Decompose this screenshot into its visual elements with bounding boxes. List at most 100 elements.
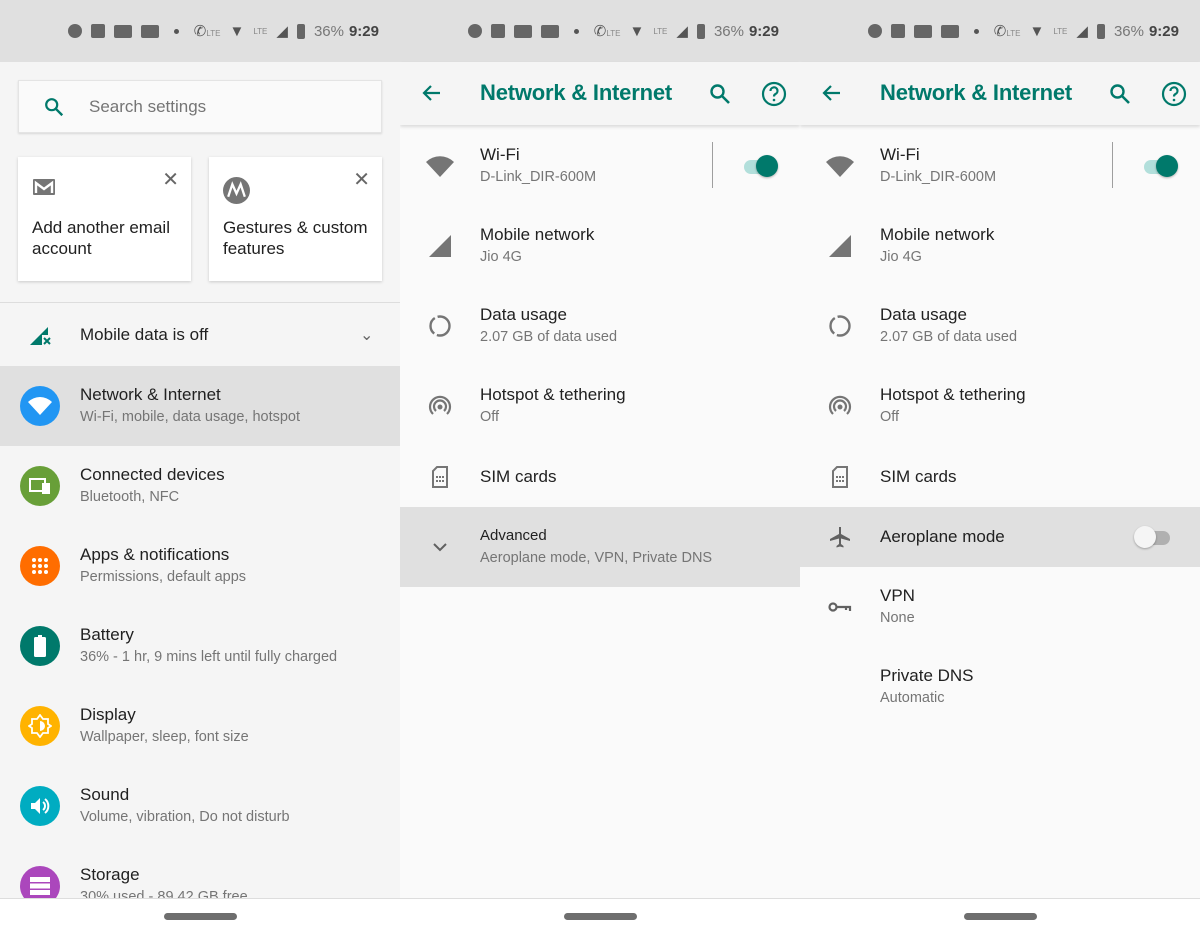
sim-cards-row[interactable]: SIM cards <box>400 446 800 507</box>
app-icon <box>140 24 159 38</box>
sim-card-icon <box>800 446 880 507</box>
signal-icon <box>400 206 480 286</box>
item-subtitle: Wi-Fi, mobile, data usage, hotspot <box>80 409 301 425</box>
back-arrow-icon[interactable] <box>820 81 844 110</box>
data-usage-row[interactable]: Data usage 2.07 GB of data used <box>800 286 1200 366</box>
item-subtitle: Jio 4G <box>480 249 522 265</box>
hotspot-row[interactable]: Hotspot & tethering Off <box>800 366 1200 446</box>
signal-icon: ◢ <box>1076 23 1088 40</box>
item-title: Hotspot & tethering <box>880 385 1026 404</box>
wifi-row[interactable]: Wi-Fi D-Link_DIR-600M <box>400 126 800 206</box>
apps-grid-icon <box>20 546 60 586</box>
settings-panel: ✆LTE ▼ LTE ◢ 36% 9:29 Search settings ✕ … <box>0 0 400 933</box>
hotspot-icon <box>400 366 480 446</box>
facebook-icon <box>867 24 882 38</box>
suggestion-card-email[interactable]: ✕ Add another email account <box>18 157 191 281</box>
item-title: Connected devices <box>80 465 225 484</box>
item-title: Mobile network <box>480 225 595 244</box>
status-bar: ✆LTE ▼ LTE ◢ 36% 9:29 <box>400 0 800 62</box>
item-title: Aeroplane mode <box>880 527 1005 546</box>
item-title: Sound <box>80 785 130 804</box>
signal-icon: ◢ <box>676 23 688 40</box>
item-subtitle: Volume, vibration, Do not disturb <box>80 809 290 825</box>
wifi-row[interactable]: Wi-Fi D-Link_DIR-600M <box>800 126 1200 206</box>
search-settings-input[interactable]: Search settings <box>18 80 382 133</box>
calendar-icon <box>90 24 105 38</box>
settings-item-sound[interactable]: Sound Volume, vibration, Do not disturb <box>0 766 400 846</box>
item-title: Hotspot & tethering <box>480 385 626 404</box>
search-icon <box>19 96 89 118</box>
status-bar: ✆LTE ▼ LTE ◢ 36% 9:29 <box>800 0 1200 62</box>
chevron-down-icon[interactable]: ⌄ <box>360 325 373 345</box>
search-icon[interactable] <box>1108 82 1132 111</box>
vpn-row[interactable]: VPN None <box>800 567 1200 647</box>
advanced-row[interactable]: Advanced Aeroplane mode, VPN, Private DNS <box>400 507 800 587</box>
mobile-data-off-icon <box>0 304 80 365</box>
facebook-icon <box>67 24 82 38</box>
item-subtitle: Automatic <box>880 690 945 706</box>
hotspot-row[interactable]: Hotspot & tethering Off <box>400 366 800 446</box>
item-title: Private DNS <box>880 666 974 685</box>
wifi-toggle[interactable] <box>742 153 780 179</box>
battery-charging-icon <box>696 23 705 39</box>
settings-item-apps-notifications[interactable]: Apps & notifications Permissions, default… <box>0 526 400 606</box>
help-icon[interactable] <box>1161 81 1187 112</box>
data-usage-icon <box>800 286 880 366</box>
home-gesture-pill[interactable] <box>564 913 637 920</box>
navigation-bar <box>400 898 800 933</box>
private-dns-row[interactable]: Private DNS Automatic <box>800 647 1200 727</box>
item-title: Wi-Fi <box>880 145 920 164</box>
signal-icon: ◢ <box>276 23 288 40</box>
aeroplane-mode-row[interactable]: Aeroplane mode <box>800 507 1200 567</box>
dismiss-close-icon[interactable]: ✕ <box>162 167 179 192</box>
mobile-data-off-label: Mobile data is off <box>80 324 209 344</box>
suggestion-card-gestures[interactable]: ✕ Gestures & custom features <box>209 157 382 281</box>
battery-percent: 36% <box>713 22 744 40</box>
data-usage-row[interactable]: Data usage 2.07 GB of data used <box>400 286 800 366</box>
battery-charging-icon <box>296 23 305 39</box>
item-subtitle: Wallpaper, sleep, font size <box>80 729 249 745</box>
item-subtitle: D-Link_DIR-600M <box>880 169 997 185</box>
sim-cards-row[interactable]: SIM cards <box>800 446 1200 507</box>
divider <box>712 142 713 188</box>
settings-item-connected-devices[interactable]: Connected devices Bluetooth, NFC <box>0 446 400 526</box>
back-arrow-icon[interactable] <box>420 81 444 110</box>
news-icon <box>913 24 932 38</box>
item-title: SIM cards <box>880 466 957 486</box>
home-gesture-pill[interactable] <box>164 913 237 920</box>
mobile-network-row[interactable]: Mobile network Jio 4G <box>800 206 1200 286</box>
status-bar: ✆LTE ▼ LTE ◢ 36% 9:29 <box>0 0 400 62</box>
settings-item-display[interactable]: Display Wallpaper, sleep, font size <box>0 686 400 766</box>
lte-label: LTE <box>253 26 268 36</box>
news-icon <box>513 24 532 38</box>
settings-item-network-internet[interactable]: Network & Internet Wi-Fi, mobile, data us… <box>0 366 400 446</box>
mobile-data-off-banner[interactable]: Mobile data is off ⌄ <box>0 304 400 365</box>
app-icon <box>540 24 559 38</box>
aeroplane-mode-toggle[interactable] <box>1134 524 1172 550</box>
app-bar: Network & Internet <box>400 62 800 125</box>
clock: 9:29 <box>348 22 379 40</box>
wifi-toggle[interactable] <box>1142 153 1180 179</box>
motorola-icon <box>223 177 250 208</box>
settings-item-battery[interactable]: Battery 36% - 1 hr, 9 mins left until ful… <box>0 606 400 686</box>
network-internet-panel-expanded: ✆LTE ▼ LTE ◢ 36% 9:29 Network & Internet… <box>800 0 1200 933</box>
item-subtitle: 2.07 GB of data used <box>480 329 618 345</box>
item-title: VPN <box>880 586 915 605</box>
item-title: Data usage <box>480 305 567 324</box>
wifi-icon <box>20 386 60 426</box>
gmail-icon <box>32 179 56 201</box>
item-subtitle: Permissions, default apps <box>80 569 247 585</box>
navigation-bar <box>800 898 1200 933</box>
item-subtitle: 2.07 GB of data used <box>880 329 1018 345</box>
item-title: Network & Internet <box>80 385 221 404</box>
dismiss-close-icon[interactable]: ✕ <box>353 167 370 192</box>
volume-icon <box>20 786 60 826</box>
search-icon[interactable] <box>708 82 732 111</box>
home-gesture-pill[interactable] <box>964 913 1037 920</box>
wifi-icon <box>400 126 480 206</box>
help-icon[interactable] <box>761 81 787 112</box>
item-subtitle: Off <box>880 409 900 425</box>
clock: 9:29 <box>1148 22 1179 40</box>
mobile-network-row[interactable]: Mobile network Jio 4G <box>400 206 800 286</box>
lte-label: LTE <box>1053 26 1068 36</box>
